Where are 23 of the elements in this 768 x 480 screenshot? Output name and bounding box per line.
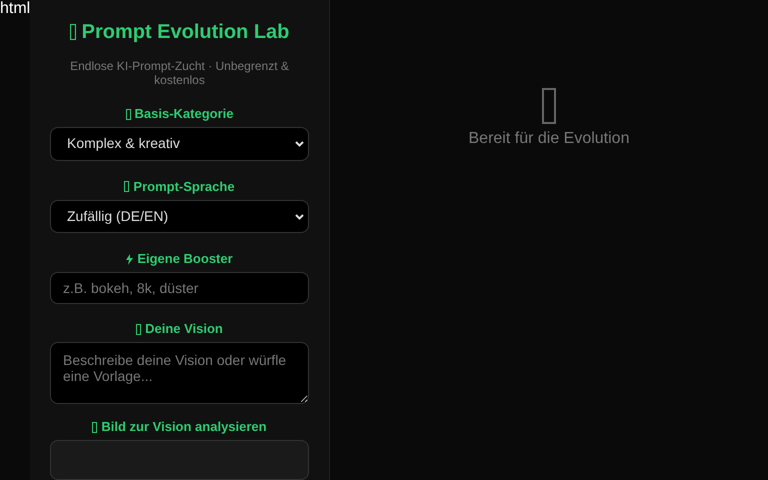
placeholder-box-icon xyxy=(70,24,76,40)
vision-textarea[interactable]: Beschreibe deine Vision oder würfle eine Vorlage... xyxy=(50,342,309,404)
placeholder-box-icon xyxy=(124,181,130,192)
field-label: Bild zur Vision analysieren xyxy=(101,419,267,436)
upload-button[interactable] xyxy=(50,440,309,480)
field-label: Basis-Kategorie xyxy=(134,106,234,122)
field-label: Deine Vision xyxy=(145,321,223,338)
subtitle: Endlose KI-Prompt-Zucht · Unbegrenzt & kostenlos xyxy=(69,59,290,87)
empty-state-text: Bereit für die Evolution xyxy=(468,129,630,149)
lightning-icon xyxy=(126,254,134,265)
dropdown[interactable]: Komplex & kreativ xyxy=(50,127,309,161)
field-label: Prompt-Sprache xyxy=(133,178,235,195)
page-label: html xyxy=(0,0,30,18)
placeholder-box-icon xyxy=(136,324,142,335)
placeholder-box-icon xyxy=(542,88,556,124)
placeholder-box-icon xyxy=(92,422,98,433)
chevron-down-icon xyxy=(295,140,304,147)
field-label: Eigene Booster xyxy=(137,251,233,268)
text-input[interactable]: z.B. bokeh, 8k, düster xyxy=(50,272,309,304)
chevron-down-icon xyxy=(295,214,304,220)
placeholder-box-icon xyxy=(126,108,130,120)
dropdown[interactable]: Zufällig (DE/EN) xyxy=(50,200,309,234)
app-title: Prompt Evolution Lab xyxy=(82,20,290,44)
